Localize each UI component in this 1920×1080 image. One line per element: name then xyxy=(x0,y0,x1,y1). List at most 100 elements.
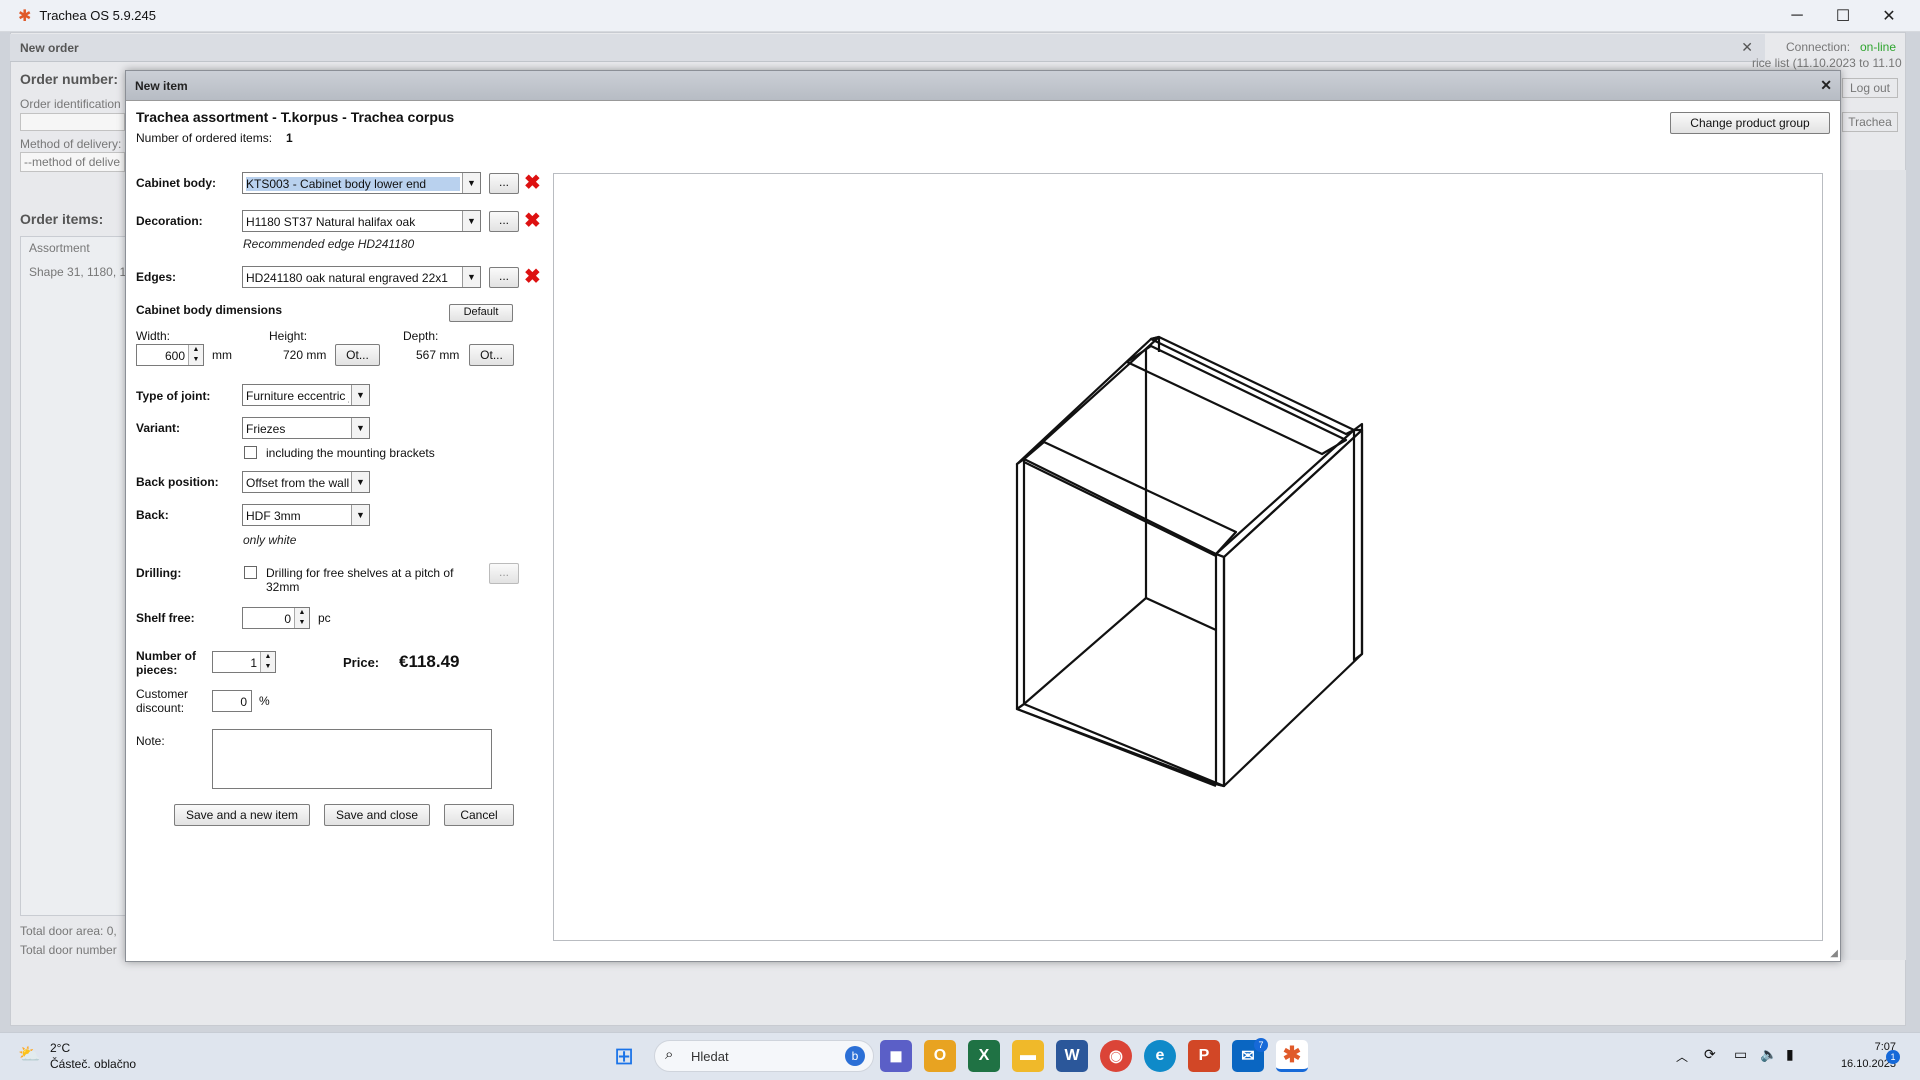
drilling-browse-button[interactable]: ... xyxy=(489,563,519,584)
stepper-arrows-icon[interactable]: ▲ ▼ xyxy=(294,608,309,628)
volume-icon[interactable]: 🔈 xyxy=(1760,1046,1777,1063)
decoration-value: H1180 ST37 Natural halifax oak xyxy=(246,215,416,229)
discount-label: Customer discount: xyxy=(136,687,189,715)
minimize-icon[interactable]: ─ xyxy=(1774,0,1820,32)
resize-grip-icon[interactable]: ◢ xyxy=(1830,948,1838,959)
logout-button[interactable]: Log out xyxy=(1842,78,1898,98)
edges-browse-button[interactable]: ... xyxy=(489,267,519,288)
bing-icon: b xyxy=(845,1046,865,1066)
weather-desc[interactable]: Částeč. oblačno xyxy=(50,1057,136,1071)
cabinet-body-select[interactable]: KTS003 - Cabinet body lower end ▼ xyxy=(242,172,481,194)
change-product-group-button[interactable]: Change product group xyxy=(1670,112,1830,134)
decoration-browse-button[interactable]: ... xyxy=(489,211,519,232)
order-items-table: Assortment Shape 31, 1180, 1 xyxy=(20,236,130,916)
connection-label: Connection: xyxy=(1786,40,1851,54)
windows-start-icon[interactable]: ⊞ xyxy=(614,1042,634,1071)
depth-other-button[interactable]: Ot... xyxy=(469,344,514,366)
network-icon[interactable]: ▭ xyxy=(1734,1046,1747,1063)
taskbar-search[interactable]: ⌕ Hledat b xyxy=(654,1040,874,1072)
drilling-checkbox[interactable] xyxy=(244,566,257,579)
ordered-items-value: 1 xyxy=(286,131,293,145)
mounting-brackets-checkbox[interactable] xyxy=(244,446,257,459)
order-tab-close-icon[interactable]: ✕ xyxy=(1741,39,1753,56)
back-select[interactable]: HDF 3mm ▼ xyxy=(242,504,370,526)
tray-chevron-icon[interactable]: ︿ xyxy=(1676,1048,1688,1065)
save-and-new-button[interactable]: Save and a new item xyxy=(174,804,310,826)
table-row[interactable]: Shape 31, 1180, 1 xyxy=(29,265,126,279)
shelf-free-input[interactable]: 0 ▲ ▼ xyxy=(242,607,310,629)
assortment-header[interactable]: Assortment xyxy=(29,241,90,255)
note-textarea[interactable] xyxy=(212,729,492,789)
back-position-select[interactable]: Offset from the wall ▼ xyxy=(242,471,370,493)
chevron-down-icon[interactable]: ▼ xyxy=(462,173,480,193)
excel-icon[interactable]: X xyxy=(968,1040,1000,1072)
recommended-edge-note: Recommended edge HD241180 xyxy=(243,237,415,251)
chevron-down-icon[interactable]: ▼ xyxy=(351,418,369,438)
chevron-down-icon[interactable]: ▼ xyxy=(351,472,369,492)
powerpoint-icon[interactable]: P xyxy=(1188,1040,1220,1072)
save-and-close-button[interactable]: Save and close xyxy=(324,804,430,826)
word-icon[interactable]: W xyxy=(1056,1040,1088,1072)
order-items-label: Order items: xyxy=(20,211,104,227)
order-identification-label: Order identification xyxy=(20,97,121,111)
delivery-method-label: Method of delivery: xyxy=(20,137,122,151)
joint-select[interactable]: Furniture eccentric j ▼ xyxy=(242,384,370,406)
chevron-down-icon[interactable]: ▼ xyxy=(351,505,369,525)
stepper-arrows-icon[interactable]: ▲ ▼ xyxy=(188,345,203,365)
chevron-down-icon[interactable]: ▼ xyxy=(462,211,480,231)
file-explorer-icon[interactable]: ▬ xyxy=(1012,1040,1044,1072)
cancel-button[interactable]: Cancel xyxy=(444,804,514,826)
edge-icon[interactable]: e xyxy=(1144,1040,1176,1072)
chrome-icon[interactable]: ◉ xyxy=(1100,1040,1132,1072)
cabinet-body-label: Cabinet body: xyxy=(136,176,216,190)
outlook-folder-icon[interactable]: O xyxy=(924,1040,956,1072)
edges-clear-icon[interactable]: ✖ xyxy=(524,267,541,287)
decoration-clear-icon[interactable]: ✖ xyxy=(524,211,541,231)
variant-value: Friezes xyxy=(246,422,286,436)
chevron-down-icon[interactable]: ▼ xyxy=(351,385,369,405)
edges-select[interactable]: HD241180 oak natural engraved 22x1 ▼ xyxy=(242,266,481,288)
app-logo-icon: ✱ xyxy=(18,7,32,25)
battery-icon[interactable]: ▮ xyxy=(1786,1046,1794,1063)
back-note: only white xyxy=(243,533,297,547)
cabinet-body-clear-icon[interactable]: ✖ xyxy=(524,173,541,193)
height-other-button[interactable]: Ot... xyxy=(335,344,380,366)
back-position-value: Offset from the wall xyxy=(246,476,349,490)
back-label: Back: xyxy=(136,508,169,522)
variant-label: Variant: xyxy=(136,421,181,435)
close-icon[interactable]: ✕ xyxy=(1866,0,1912,32)
dimensions-label: Cabinet body dimensions xyxy=(136,303,283,317)
delivery-method-select[interactable]: --method of delive xyxy=(20,152,125,172)
joint-value: Furniture eccentric j xyxy=(246,389,349,403)
decoration-select[interactable]: H1180 ST37 Natural halifax oak ▼ xyxy=(242,210,481,232)
pieces-input[interactable]: 1 ▲ ▼ xyxy=(212,651,276,673)
width-value: 600 xyxy=(164,349,185,363)
variant-select[interactable]: Friezes ▼ xyxy=(242,417,370,439)
teams-icon[interactable]: ◼ xyxy=(880,1040,912,1072)
price-label: Price: xyxy=(343,655,380,670)
weather-icon[interactable]: ⛅ xyxy=(18,1044,40,1065)
sync-icon[interactable]: ⟳ xyxy=(1704,1046,1716,1063)
order-tab-bar: New order ✕ xyxy=(10,34,1765,62)
chevron-down-icon[interactable]: ▼ xyxy=(462,267,480,287)
search-placeholder: Hledat xyxy=(691,1049,729,1064)
default-dimensions-button[interactable]: Default xyxy=(449,304,513,322)
stepper-arrows-icon[interactable]: ▲ ▼ xyxy=(260,652,275,672)
trachea-app-icon[interactable]: ✱ xyxy=(1276,1040,1308,1072)
discount-input[interactable]: 0 xyxy=(212,690,252,712)
order-identification-field[interactable] xyxy=(20,113,125,131)
cabinet-body-browse-button[interactable]: ... xyxy=(489,173,519,194)
mail-badge: 7 xyxy=(1254,1038,1268,1052)
clock-date[interactable]: 16.10.2023 xyxy=(1816,1058,1896,1070)
weather-temp[interactable]: 2°C xyxy=(50,1041,70,1055)
price-value: €118.49 xyxy=(399,652,460,671)
depth-value: 567 mm xyxy=(416,348,460,362)
cabinet-body-value: KTS003 - Cabinet body lower end xyxy=(246,177,460,191)
maximize-icon[interactable]: ☐ xyxy=(1820,0,1866,32)
shelf-free-unit: pc xyxy=(318,611,331,625)
width-input[interactable]: 600 ▲ ▼ xyxy=(136,344,204,366)
dialog-close-icon[interactable]: ✕ xyxy=(1820,77,1832,94)
trachea-button[interactable]: Trachea xyxy=(1842,112,1898,132)
dialog-title: New item xyxy=(135,79,188,93)
notification-badge[interactable]: 1 xyxy=(1886,1050,1900,1064)
